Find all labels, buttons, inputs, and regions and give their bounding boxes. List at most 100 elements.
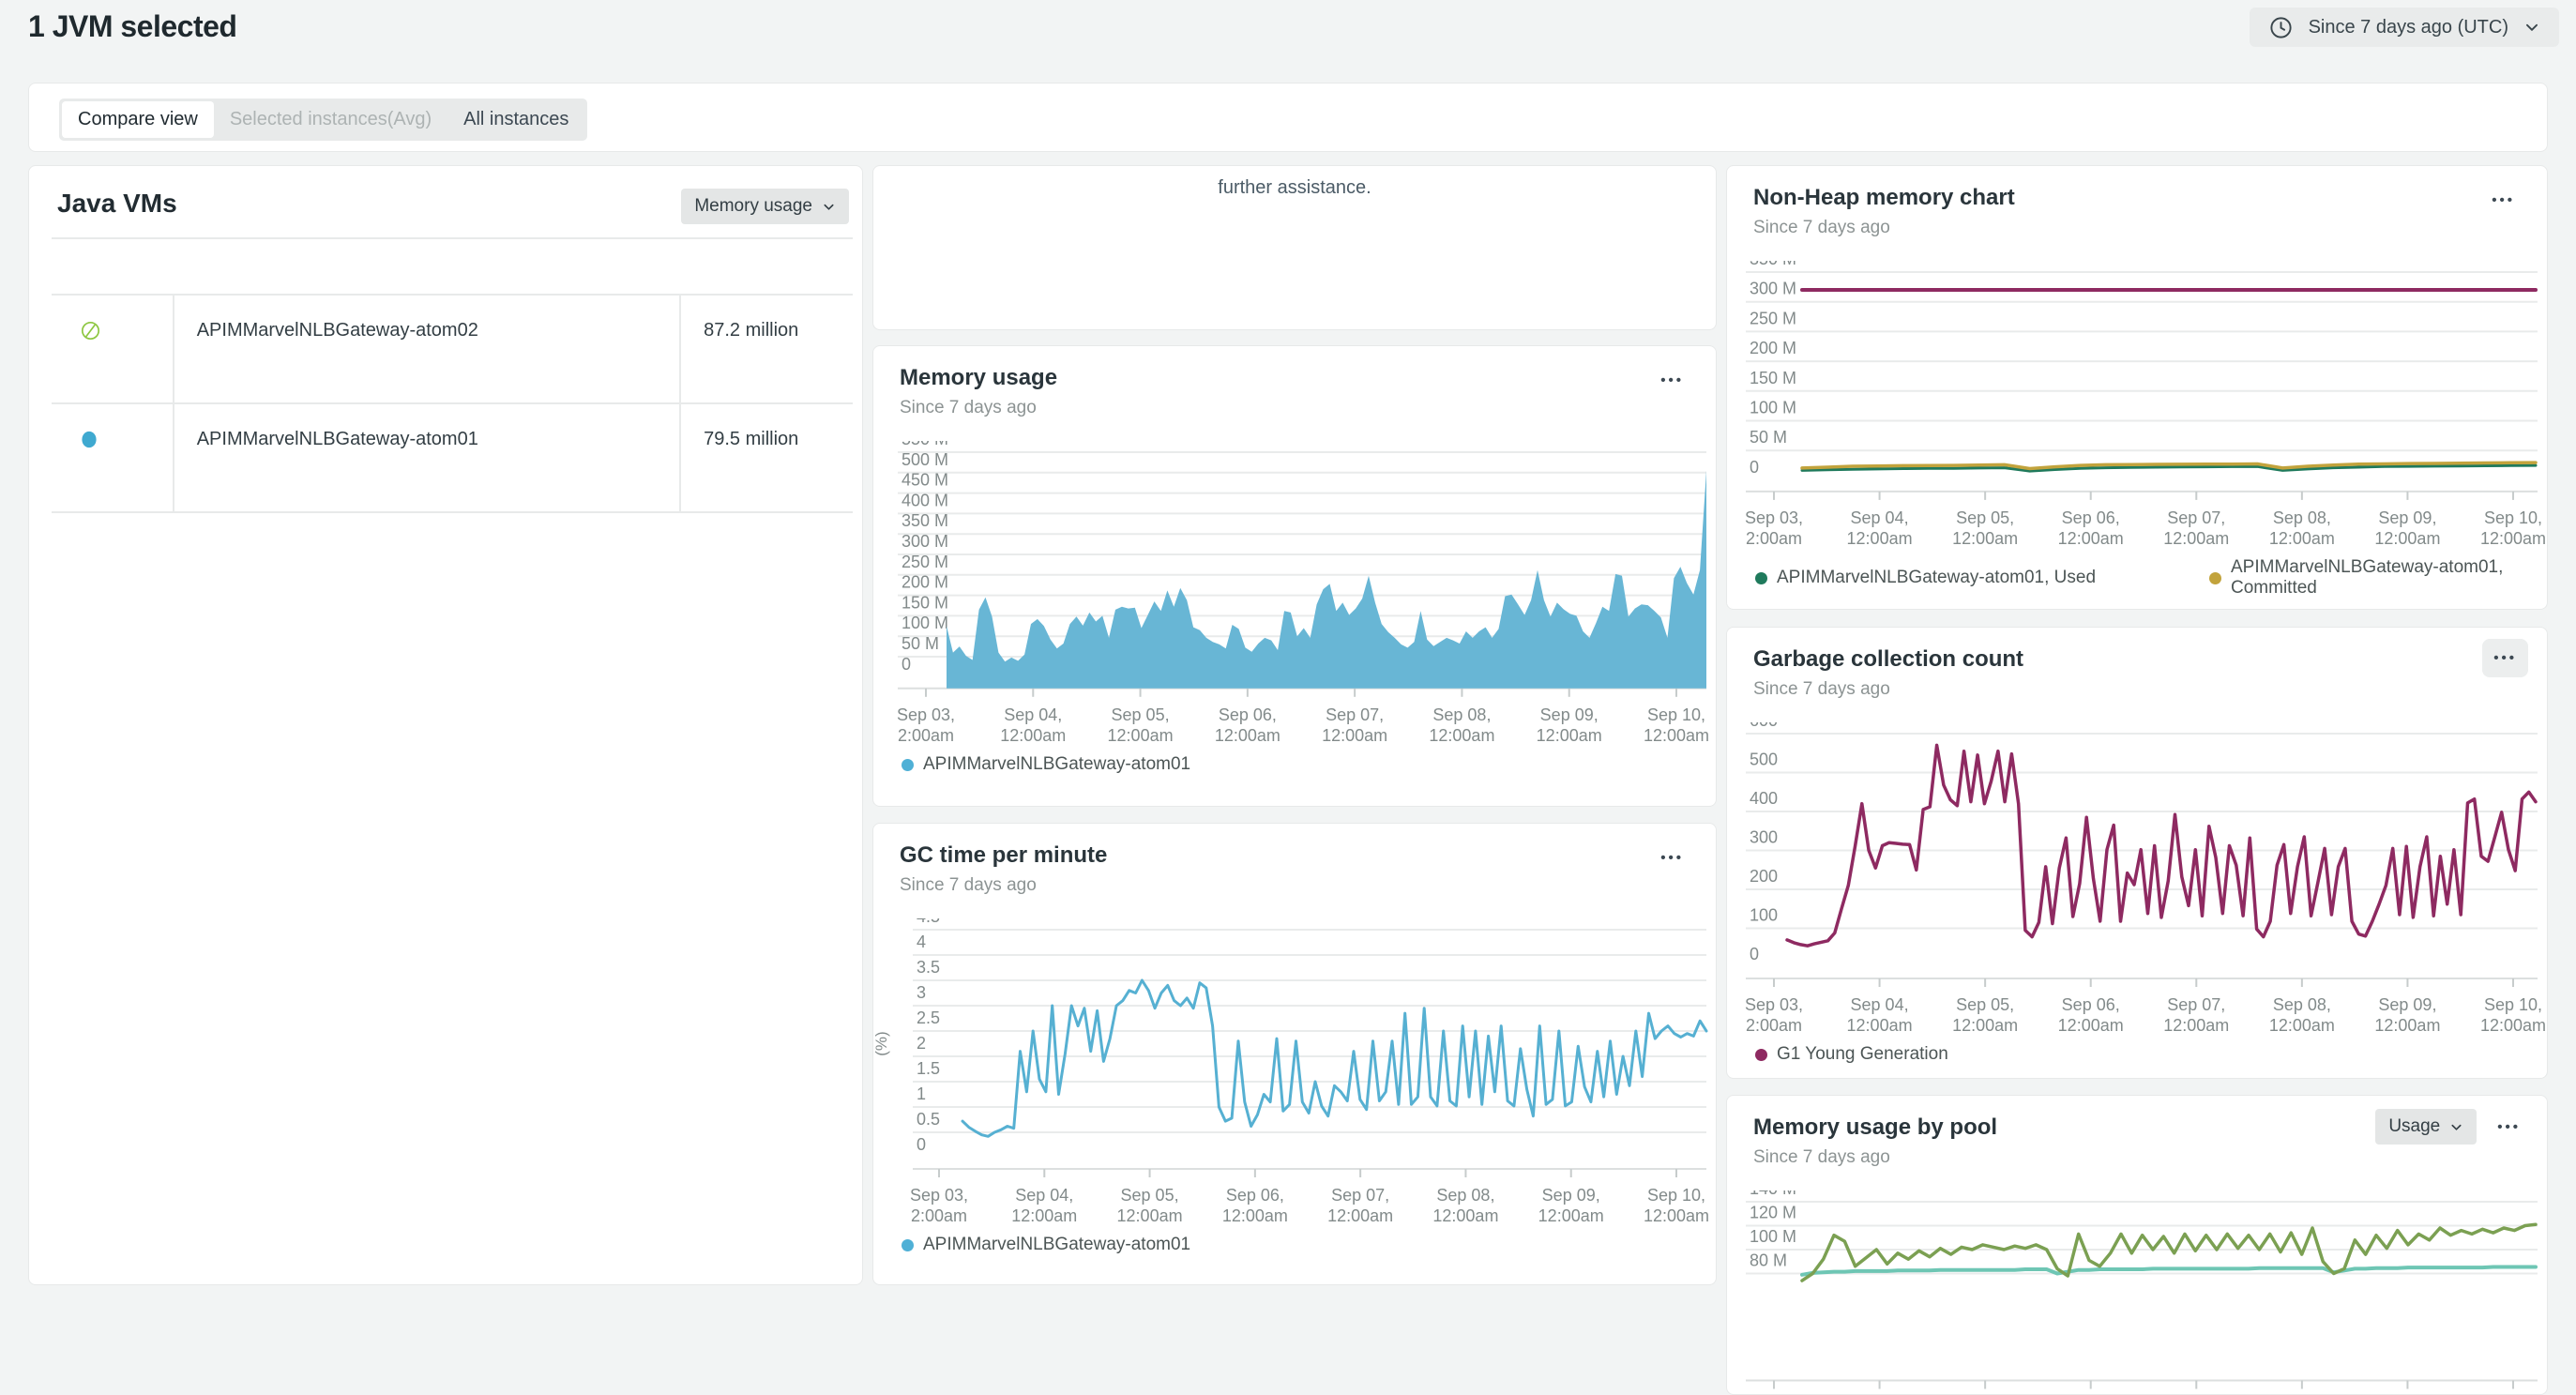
chart-subtitle: Since 7 days ago — [900, 875, 1690, 896]
chart-canvas: 550 M500 M450 M400 M350 M300 M250 M200 M… — [873, 441, 1717, 747]
chart-canvas: 140 M120 M100 M80 MSep 03,2:00amSep 04,1… — [1727, 1190, 2548, 1395]
legend-item[interactable]: APIMMarvelNLBGateway-atom01, limit — [1755, 608, 2168, 610]
svg-text:200 M: 200 M — [902, 573, 948, 592]
svg-text:300 M: 300 M — [902, 532, 948, 551]
chart-legend: APIMMarvelNLBGateway-atom01 — [902, 1235, 1716, 1255]
svg-text:150 M: 150 M — [1750, 369, 1796, 387]
svg-text:Sep 10,12:00am: Sep 10,12:00am — [1644, 705, 1709, 745]
svg-text:Sep 03,2:00am: Sep 03,2:00am — [910, 1186, 968, 1225]
svg-text:80 M: 80 M — [1750, 1251, 1787, 1270]
svg-text:100: 100 — [1750, 906, 1778, 925]
svg-text:Sep 04,12:00am: Sep 04,12:00am — [1847, 508, 1913, 548]
svg-text:Sep 07,12:00am: Sep 07,12:00am — [2163, 995, 2229, 1035]
legend-dot — [1755, 1049, 1767, 1061]
svg-text:2: 2 — [917, 1034, 926, 1053]
line-series — [1787, 745, 2536, 946]
chart-canvas: 350 M300 M250 M200 M150 M100 M50 M0Sep 0… — [1727, 261, 2548, 550]
svg-text:4.5: 4.5 — [917, 918, 940, 926]
legend-label: APIMMarvelNLBGateway-atom01 — [923, 1235, 1190, 1255]
svg-text:Sep 04,12:00am: Sep 04,12:00am — [1011, 1186, 1077, 1225]
chart-legend: G1 Young Generation — [1755, 1044, 2547, 1065]
legend-item[interactable]: APIMMarvelNLBGateway-atom01 — [902, 754, 1190, 775]
tab-compare-view[interactable]: Compare view — [62, 101, 214, 138]
svg-text:3.5: 3.5 — [917, 958, 940, 977]
legend-item[interactable]: APIMMarvelNLBGateway-atom01, Used — [1755, 557, 2168, 599]
svg-text:Sep 03,2:00am: Sep 03,2:00am — [1745, 995, 1803, 1035]
svg-text:2.5: 2.5 — [917, 1008, 940, 1027]
chart-subtitle: Since 7 days ago — [1753, 679, 2521, 700]
info-card-text: further assistance. — [873, 166, 1716, 199]
metric-dropdown-label: Memory usage — [694, 196, 812, 217]
svg-text:100 M: 100 M — [902, 614, 948, 632]
svg-text:100 M: 100 M — [1750, 399, 1796, 417]
svg-text:Sep 04,12:00am: Sep 04,12:00am — [1000, 705, 1066, 745]
legend-label: APIMMarvelNLBGateway-atom01, Used — [1777, 568, 2096, 588]
page-title: 1 JVM selected — [28, 9, 236, 44]
legend-item[interactable]: APIMMarvelNLBGateway-atom01 — [902, 1235, 1190, 1255]
svg-text:Sep 08,12:00am: Sep 08,12:00am — [1432, 1186, 1498, 1225]
svg-text:Sep 07,12:00am: Sep 07,12:00am — [1327, 1186, 1393, 1225]
svg-text:300 M: 300 M — [1750, 280, 1796, 298]
non-heap-memory-chart: 350 M300 M250 M200 M150 M100 M50 M0Sep 0… — [1727, 261, 2547, 610]
legend-item[interactable]: APIMMarvelNLBGateway-atom01, Committed — [2209, 557, 2547, 599]
time-picker[interactable]: Since 7 days ago (UTC) — [2250, 8, 2559, 47]
view-tabs-card: Compare viewSelected instances(Avg)All i… — [28, 83, 2548, 152]
svg-text:Sep 09,12:00am: Sep 09,12:00am — [2374, 995, 2440, 1035]
svg-text:Sep 09,12:00am: Sep 09,12:00am — [1538, 1186, 1604, 1225]
chart-menu-button[interactable]: ••• — [2490, 1110, 2528, 1145]
svg-text:1.5: 1.5 — [917, 1059, 940, 1078]
jvm-row-icon-cell[interactable] — [52, 295, 174, 403]
svg-text:250 M: 250 M — [902, 553, 948, 571]
svg-text:Sep 10,12:00am: Sep 10,12:00am — [2480, 995, 2546, 1035]
chart-canvas: 4.543.532.521.510.50Sep 03,2:00amSep 04,… — [873, 918, 1717, 1227]
area-series — [947, 471, 1706, 689]
jvm-table-row[interactable]: APIMMarvelNLBGateway-atom0179.5 million — [52, 403, 853, 512]
svg-text:400 M: 400 M — [902, 491, 948, 509]
chart-title: Garbage collection count — [1753, 646, 2521, 673]
svg-text:0: 0 — [1750, 458, 1759, 477]
svg-text:500 M: 500 M — [902, 450, 948, 469]
chart-legend: APIMMarvelNLBGateway-atom01 — [902, 754, 1716, 775]
svg-text:Sep 05,12:00am: Sep 05,12:00am — [1117, 1186, 1183, 1225]
memory-usage-chart: 550 M500 M450 M400 M350 M300 M250 M200 M… — [873, 441, 1716, 775]
clock-icon — [2268, 15, 2294, 40]
memory-pool-chart: 140 M120 M100 M80 MSep 03,2:00amSep 04,1… — [1727, 1190, 2547, 1395]
chart-menu-button[interactable]: ••• — [2484, 183, 2523, 218]
svg-text:200: 200 — [1750, 867, 1778, 886]
chevron-down-icon — [2523, 19, 2540, 36]
chart-menu-button[interactable]: ••• — [1653, 841, 1691, 875]
jvm-table-row[interactable]: APIMMarvelNLBGateway-atom0287.2 million — [52, 295, 853, 403]
chart-title: GC time per minute — [900, 842, 1690, 869]
svg-text:Sep 06,12:00am: Sep 06,12:00am — [1222, 1186, 1288, 1225]
chevron-down-icon — [822, 200, 836, 214]
svg-text:50 M: 50 M — [902, 634, 939, 653]
jvm-row-icon-cell[interactable] — [52, 403, 174, 512]
svg-text:3: 3 — [917, 983, 926, 1002]
memory-usage-card: Memory usage Since 7 days ago ••• 550 M5… — [872, 345, 1717, 807]
svg-text:Sep 05,12:00am: Sep 05,12:00am — [1108, 705, 1174, 745]
legend-item[interactable]: G1 Young Generation — [1755, 1044, 1948, 1065]
svg-text:550 M: 550 M — [902, 441, 948, 448]
svg-text:600: 600 — [1750, 722, 1778, 730]
selected-icon — [80, 429, 98, 450]
legend-label: APIMMarvelNLBGateway-atom01 — [923, 754, 1190, 775]
jvm-col-icon — [52, 238, 174, 295]
svg-text:Sep 06,12:00am: Sep 06,12:00am — [2058, 995, 2124, 1035]
metric-dropdown-button[interactable]: Memory usage — [681, 189, 849, 224]
memory-pool-card: Memory usage by pool Since 7 days ago Us… — [1726, 1095, 2548, 1395]
svg-text:Sep 03,2:00am: Sep 03,2:00am — [1745, 508, 1803, 548]
chart-menu-button[interactable]: ••• — [2482, 639, 2528, 677]
pool-usage-dropdown-button[interactable]: Usage — [2375, 1109, 2477, 1145]
svg-text:200 M: 200 M — [1750, 339, 1796, 357]
svg-text:0: 0 — [1750, 945, 1759, 963]
svg-text:400: 400 — [1750, 789, 1778, 808]
chart-canvas: 6005004003002001000Sep 03,2:00amSep 04,1… — [1727, 722, 2548, 1037]
svg-text:Sep 03,2:00am: Sep 03,2:00am — [897, 705, 955, 745]
svg-text:250 M: 250 M — [1750, 309, 1796, 327]
tab-all-instances[interactable]: All instances — [447, 101, 584, 138]
chart-title: Non-Heap memory chart — [1753, 185, 2521, 211]
svg-text:450 M: 450 M — [902, 471, 948, 490]
legend-label: G1 Young Generation — [1777, 1044, 1948, 1065]
pool-usage-dropdown-label: Usage — [2388, 1116, 2440, 1137]
chart-menu-button[interactable]: ••• — [1653, 363, 1691, 398]
